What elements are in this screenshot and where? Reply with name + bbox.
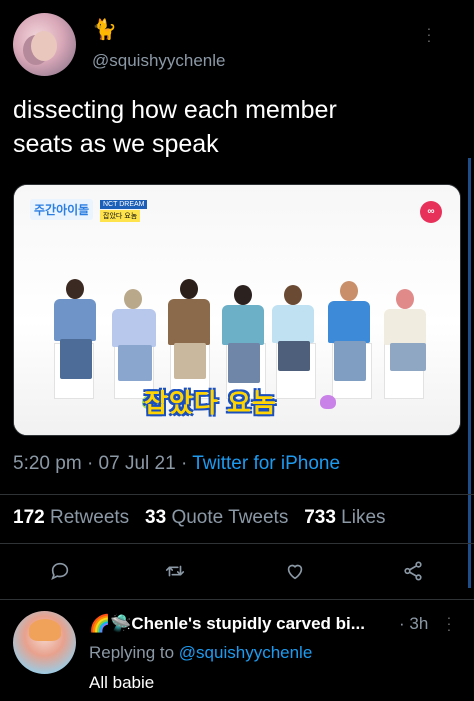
quote-tweets-label[interactable]: Quote Tweets — [171, 507, 288, 528]
tweet-date: 07 Jul 21 — [98, 453, 176, 474]
tweet-actions — [0, 556, 474, 586]
author-handle[interactable]: @squishyychenle — [92, 51, 226, 71]
divider — [0, 494, 474, 495]
retweet-icon[interactable] — [160, 556, 190, 586]
reply-text: All babie — [89, 673, 155, 692]
show-logo: 주간아이돌 NCT DREAM 잡았다 요놈 — [30, 199, 148, 222]
more-vertical-icon[interactable]: · · · — [426, 21, 432, 47]
author-avatar[interactable] — [13, 13, 76, 76]
show-logo-text: 주간아이돌 — [30, 199, 94, 220]
replying-to: Replying to @squishyychenle — [89, 643, 312, 663]
channel-logo: ∞ — [420, 201, 442, 223]
show-group-tag: NCT DREAM — [100, 200, 148, 209]
replying-to-label: Replying to — [89, 643, 175, 662]
likes-label[interactable]: Likes — [341, 507, 385, 528]
tweet-text: dissecting how each member seats as we s… — [13, 96, 337, 158]
reply-icon[interactable] — [45, 556, 75, 586]
author-display-name[interactable]: 🐈 — [92, 17, 117, 42]
retweets-count[interactable]: 172 — [13, 507, 45, 528]
divider — [0, 543, 474, 544]
show-caption: 잡았다 요놈 — [144, 388, 277, 418]
meta-separator: · — [180, 453, 193, 474]
tweet-media-image[interactable]: 주간아이돌 NCT DREAM 잡았다 요놈 ∞ 잡았다 요놈 — [13, 184, 461, 436]
scrollbar[interactable] — [468, 158, 471, 588]
likes-count[interactable]: 733 — [304, 507, 336, 528]
reply-author-avatar[interactable] — [13, 611, 76, 674]
show-episode-tag: 잡았다 요놈 — [100, 210, 141, 222]
share-icon[interactable] — [398, 556, 428, 586]
retweets-label[interactable]: Retweets — [50, 507, 129, 528]
tweet-stats: 172 Retweets 33 Quote Tweets 733 Likes — [13, 507, 386, 529]
tweet-meta: 5:20 pm · 07 Jul 21 · Twitter for iPhone — [13, 453, 340, 475]
quote-tweets-count[interactable]: 33 — [145, 507, 166, 528]
reply-time: · 3h — [399, 614, 429, 633]
meta-separator: · — [86, 453, 99, 474]
divider — [0, 599, 474, 600]
tweet-source-link[interactable]: Twitter for iPhone — [192, 453, 340, 474]
more-vertical-icon[interactable]: · · · — [446, 610, 452, 636]
mascot-right — [320, 395, 336, 409]
tweet-time: 5:20 pm — [13, 453, 82, 474]
like-icon[interactable] — [280, 556, 310, 586]
reply-author-name[interactable]: 🌈🛸Chenle's stupidly carved bi... — [89, 614, 365, 634]
replying-to-handle[interactable]: @squishyychenle — [179, 643, 313, 662]
